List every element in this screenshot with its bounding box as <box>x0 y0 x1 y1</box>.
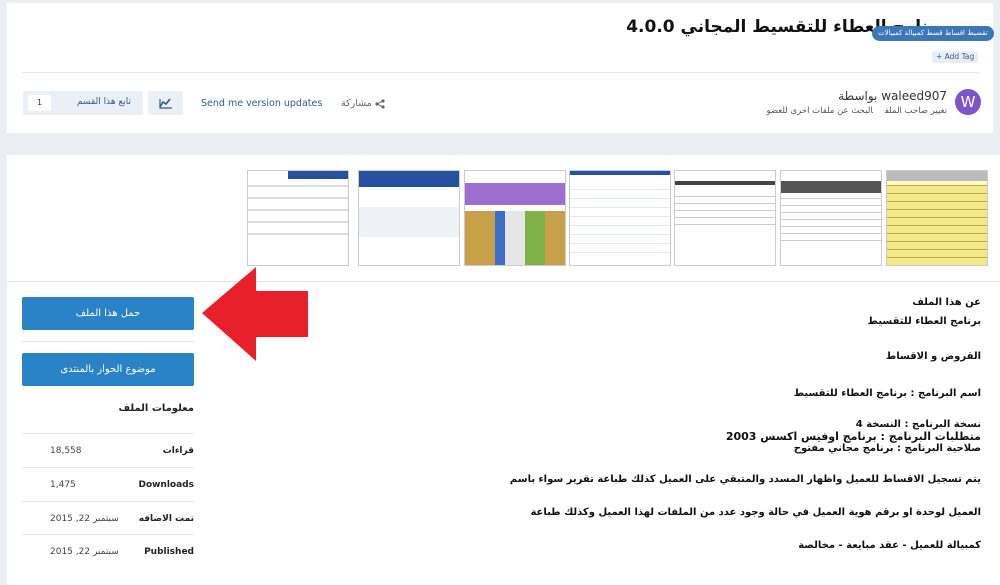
screenshot-thumbnail[interactable] <box>569 170 671 266</box>
file-info-title: معلومات الملف <box>118 403 194 414</box>
follow-count: 1 <box>28 95 51 111</box>
add-tag-button[interactable]: + Add Tag <box>932 51 979 63</box>
author-byline[interactable]: بواسطة waleed907 <box>838 89 947 103</box>
screenshot-thumbnail[interactable] <box>886 170 988 266</box>
info-value: 18,558 <box>50 446 82 456</box>
red-arrow-icon <box>202 267 308 361</box>
change-owner-link[interactable]: تغيير صاحب الملف <box>885 106 947 116</box>
share-button[interactable]: مشاركة <box>341 98 385 109</box>
screenshot-thumbnail[interactable] <box>780 170 882 266</box>
add-tag-label: Add Tag <box>944 52 975 61</box>
description-line: العميل لوحدة او برقم هوية العميل في حالة… <box>530 507 981 518</box>
divider <box>7 281 1000 282</box>
file-description: عن هذا الملف برنامج العطاء للتقسيط القرو… <box>221 297 981 551</box>
info-key: Downloads <box>138 480 194 490</box>
divider <box>22 341 194 342</box>
description-line: نسخة البرنامج : النسخة 4 <box>855 419 981 430</box>
description-line: يتم تسجيل الاقساط للعميل واظهار المسدد و… <box>509 474 981 485</box>
info-key: Published <box>144 547 194 557</box>
description-line: صلاحية البرنامج : برنامج مجاني مفتوح <box>793 443 981 454</box>
info-row: قراءات 18,558 <box>22 433 194 467</box>
follow-label: تابع هذا القسم <box>76 97 131 107</box>
screenshot-thumbnail[interactable] <box>247 170 349 266</box>
author-links: تغيير صاحب الملف البحث عن ملفات اخرى للعض… <box>755 106 948 116</box>
description-line: القروض و الاقساط <box>885 351 981 362</box>
search-member-files-link[interactable]: البحث عن ملفات اخرى للعضو <box>767 106 873 116</box>
forum-topic-button[interactable]: موضوع الحوار بالمنتدى <box>22 353 194 386</box>
version-updates-link[interactable]: Send me version updates <box>201 98 322 109</box>
info-key: تمت الاضافه <box>138 514 194 524</box>
info-row: تمت الاضافه سبتمبر 22, 2015 <box>22 501 194 535</box>
category-tag[interactable]: تقسيط اقساط قسط كمبيالة كمبيالات <box>872 26 994 41</box>
about-heading: عن هذا الملف <box>912 297 981 308</box>
screenshot-thumbnail[interactable] <box>464 170 566 266</box>
line-chart-icon <box>159 98 172 109</box>
download-button[interactable]: حمل هذا الملف <box>22 297 194 330</box>
share-label: مشاركة <box>341 98 372 109</box>
follow-button[interactable]: 1 تابع هذا القسم <box>23 91 143 115</box>
info-key: قراءات <box>162 446 194 456</box>
info-row: Downloads 1,475 <box>22 467 194 501</box>
activity-chart-button[interactable] <box>148 91 183 115</box>
share-icon <box>375 98 385 109</box>
divider <box>22 72 980 73</box>
screenshot-thumbnail[interactable] <box>358 170 460 266</box>
description-line: برنامج العطاء للتقسيط <box>867 316 981 327</box>
description-line: اسم البرنامج : برنامج العطاء للتقسيط <box>793 388 981 399</box>
info-value: سبتمبر 22, 2015 <box>50 514 119 524</box>
plus-icon: + <box>936 52 945 61</box>
screenshot-thumbnail[interactable] <box>674 170 776 266</box>
description-line: متطلبات البرنامج : برنامج اوفيس اكسس 200… <box>725 430 981 443</box>
info-value: سبتمبر 22, 2015 <box>50 547 119 557</box>
description-line: كمبيالة للعميل - عقد مبايعة - مخالصة <box>798 540 981 551</box>
screenshot-gallery <box>247 170 988 266</box>
info-value: 1,475 <box>50 480 76 490</box>
avatar[interactable]: W <box>955 89 981 115</box>
info-row: Published سبتمبر 22, 2015 <box>22 534 194 568</box>
